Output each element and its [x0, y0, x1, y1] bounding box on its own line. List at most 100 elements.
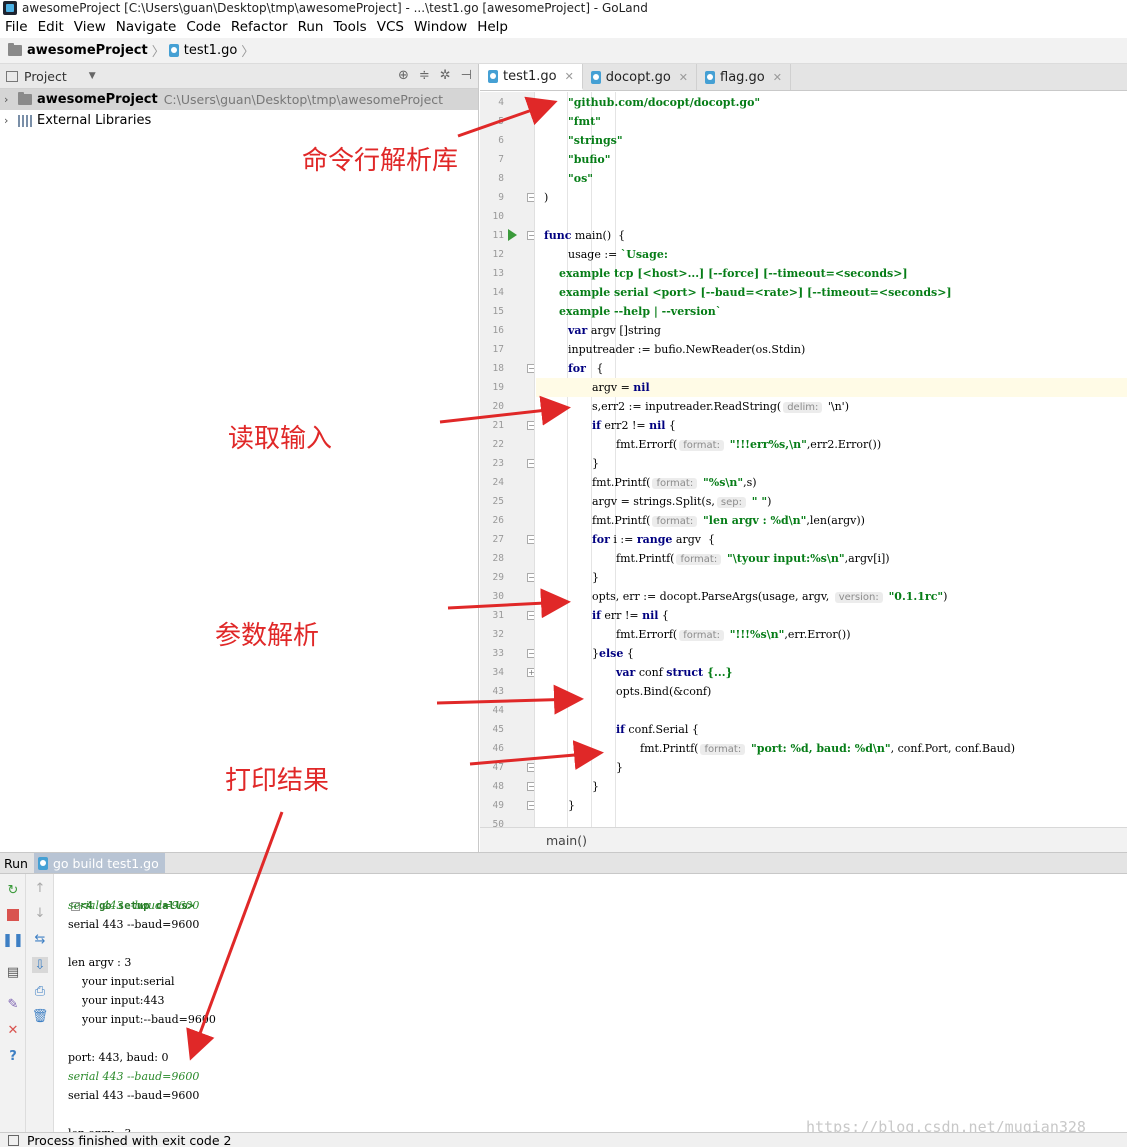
run-console[interactable]: +<4 go setup calls> serial 443 --baud=96… — [55, 874, 1127, 1132]
expand-icon[interactable]: + — [527, 668, 534, 677]
code-line[interactable]: } — [536, 568, 1127, 587]
arrow-down-icon[interactable]: ↓ — [32, 905, 48, 921]
menu-tools[interactable]: Tools — [328, 19, 371, 35]
line-number[interactable]: 14 — [480, 283, 504, 302]
collapse-icon[interactable]: − — [527, 364, 534, 373]
chevron-right-icon[interactable]: › — [4, 114, 18, 127]
trash-icon[interactable]: 🗑 — [32, 1008, 49, 1024]
close-icon[interactable]: ✕ — [565, 70, 574, 83]
close-icon[interactable]: ✕ — [773, 71, 782, 84]
line-number[interactable]: 19 — [480, 378, 504, 397]
code-line[interactable]: func main() { — [536, 226, 1127, 245]
setup-calls-row[interactable]: +<4 go setup calls> — [57, 877, 194, 912]
line-number[interactable]: 5 — [480, 112, 504, 131]
collapse-icon[interactable]: ≑ — [419, 68, 430, 83]
arrow-up-icon[interactable]: ↑ — [32, 880, 48, 896]
code-line[interactable]: example serial <port> [--baud=<rate>] [-… — [536, 283, 1127, 302]
line-number[interactable]: 46 — [480, 739, 504, 758]
line-number[interactable]: 45 — [480, 720, 504, 739]
menu-refactor[interactable]: Refactor — [226, 19, 293, 35]
code-editor[interactable]: "github.com/docopt/docopt.go" "fmt" "strin… — [536, 92, 1127, 827]
menu-window[interactable]: Window — [409, 19, 472, 35]
line-number[interactable]: 8 — [480, 169, 504, 188]
scroll-to-end-icon[interactable]: ⇩ — [32, 957, 48, 973]
code-line[interactable]: if conf.Serial { — [536, 720, 1127, 739]
code-line[interactable]: example tcp [<host>...] [--force] [--tim… — [536, 264, 1127, 283]
tool-window-icon[interactable] — [8, 1134, 19, 1146]
tab-docopt-go[interactable]: docopt.go ✕ — [583, 64, 698, 90]
collapse-icon[interactable]: − — [527, 459, 534, 468]
line-number[interactable]: 24 — [480, 473, 504, 492]
code-line[interactable]: "strings" — [536, 131, 1127, 150]
code-line[interactable]: "github.com/docopt/docopt.go" — [536, 93, 1127, 112]
collapse-icon[interactable]: − — [527, 649, 534, 658]
collapse-icon[interactable]: − — [527, 611, 534, 620]
project-panel-title[interactable]: Project — [24, 69, 67, 84]
line-number[interactable]: 47 — [480, 758, 504, 777]
line-number[interactable]: 43 — [480, 682, 504, 701]
line-number[interactable]: 4 — [480, 93, 504, 112]
code-line[interactable]: ) — [536, 188, 1127, 207]
line-number[interactable]: 22 — [480, 435, 504, 454]
rerun-icon[interactable]: ↻ — [5, 882, 21, 898]
code-line[interactable]: for i := range argv { — [536, 530, 1127, 549]
menu-vcs[interactable]: VCS — [372, 19, 409, 35]
line-number[interactable]: 11 — [480, 226, 504, 245]
code-line[interactable]: s,err2 := inputreader.ReadString(delim: … — [536, 397, 1127, 416]
code-line[interactable]: if err != nil { — [536, 606, 1127, 625]
breadcrumb-file[interactable]: test1.go — [184, 43, 238, 58]
line-number[interactable]: 10 — [480, 207, 504, 226]
code-line[interactable]: inputreader := bufio.NewReader(os.Stdin) — [536, 340, 1127, 359]
stop-icon[interactable] — [5, 907, 21, 923]
line-number[interactable]: 16 — [480, 321, 504, 340]
tree-item-project-root[interactable]: › awesomeProject C:\Users\guan\Desktop\t… — [0, 89, 478, 110]
code-line[interactable] — [536, 701, 1127, 720]
code-line[interactable]: opts.Bind(&conf) — [536, 682, 1127, 701]
code-line[interactable]: fmt.Errorf(format: "!!!err%s,\n",err2.Er… — [536, 435, 1127, 454]
code-line[interactable]: fmt.Printf(format: "port: %d, baud: %d\n… — [536, 739, 1127, 758]
collapse-icon[interactable]: − — [527, 573, 534, 582]
collapse-icon[interactable]: − — [527, 231, 534, 240]
line-number[interactable]: 13 — [480, 264, 504, 283]
locate-icon[interactable]: ⊕ — [398, 68, 409, 83]
line-number[interactable]: 21 — [480, 416, 504, 435]
menu-help[interactable]: Help — [472, 19, 513, 35]
code-line[interactable]: fmt.Printf(format: "len argv : %d\n",len… — [536, 511, 1127, 530]
collapse-icon[interactable]: − — [527, 763, 534, 772]
collapse-icon[interactable]: − — [527, 801, 534, 810]
code-line[interactable]: fmt.Printf(format: "%s\n",s) — [536, 473, 1127, 492]
run-config-tab[interactable]: go build test1.go — [33, 853, 165, 873]
line-number[interactable]: 44 — [480, 701, 504, 720]
run-gutter-icon[interactable] — [508, 229, 517, 241]
line-number[interactable]: 6 — [480, 131, 504, 150]
code-line[interactable]: var conf struct {...} — [536, 663, 1127, 682]
code-line[interactable]: argv = strings.Split(s, sep: " ") — [536, 492, 1127, 511]
tab-flag-go[interactable]: flag.go ✕ — [697, 64, 791, 90]
menu-code[interactable]: Code — [181, 19, 226, 35]
help-icon[interactable]: ? — [5, 1048, 21, 1064]
gear-icon[interactable]: ✲ — [440, 68, 451, 83]
code-line[interactable]: "os" — [536, 169, 1127, 188]
line-number[interactable]: 17 — [480, 340, 504, 359]
current-function[interactable]: main() — [546, 833, 587, 848]
line-number[interactable]: 50 — [480, 815, 504, 827]
code-line[interactable]: opts, err := docopt.ParseArgs(usage, arg… — [536, 587, 1127, 606]
code-line[interactable]: } — [536, 777, 1127, 796]
line-number-gutter[interactable]: 4 5 6 7 8 9−10 11−12 13 14 15 16 17 18−19 20 21−22 23−2… — [480, 92, 535, 827]
collapse-icon[interactable]: − — [527, 782, 534, 791]
code-line[interactable]: } — [536, 454, 1127, 473]
line-number[interactable]: 29 — [480, 568, 504, 587]
code-line[interactable]: "fmt" — [536, 112, 1127, 131]
chevron-right-icon[interactable]: › — [4, 93, 18, 106]
line-number[interactable]: 27 — [480, 530, 504, 549]
menu-edit[interactable]: Edit — [33, 19, 69, 35]
menu-navigate[interactable]: Navigate — [111, 19, 182, 35]
line-number[interactable]: 32 — [480, 625, 504, 644]
line-number[interactable]: 31 — [480, 606, 504, 625]
code-line[interactable] — [536, 815, 1127, 827]
line-number[interactable]: 15 — [480, 302, 504, 321]
code-line[interactable]: for { — [536, 359, 1127, 378]
chevron-down-icon[interactable]: ▼ — [89, 71, 96, 81]
breadcrumb-project[interactable]: awesomeProject — [27, 43, 148, 58]
menu-run[interactable]: Run — [293, 19, 329, 35]
